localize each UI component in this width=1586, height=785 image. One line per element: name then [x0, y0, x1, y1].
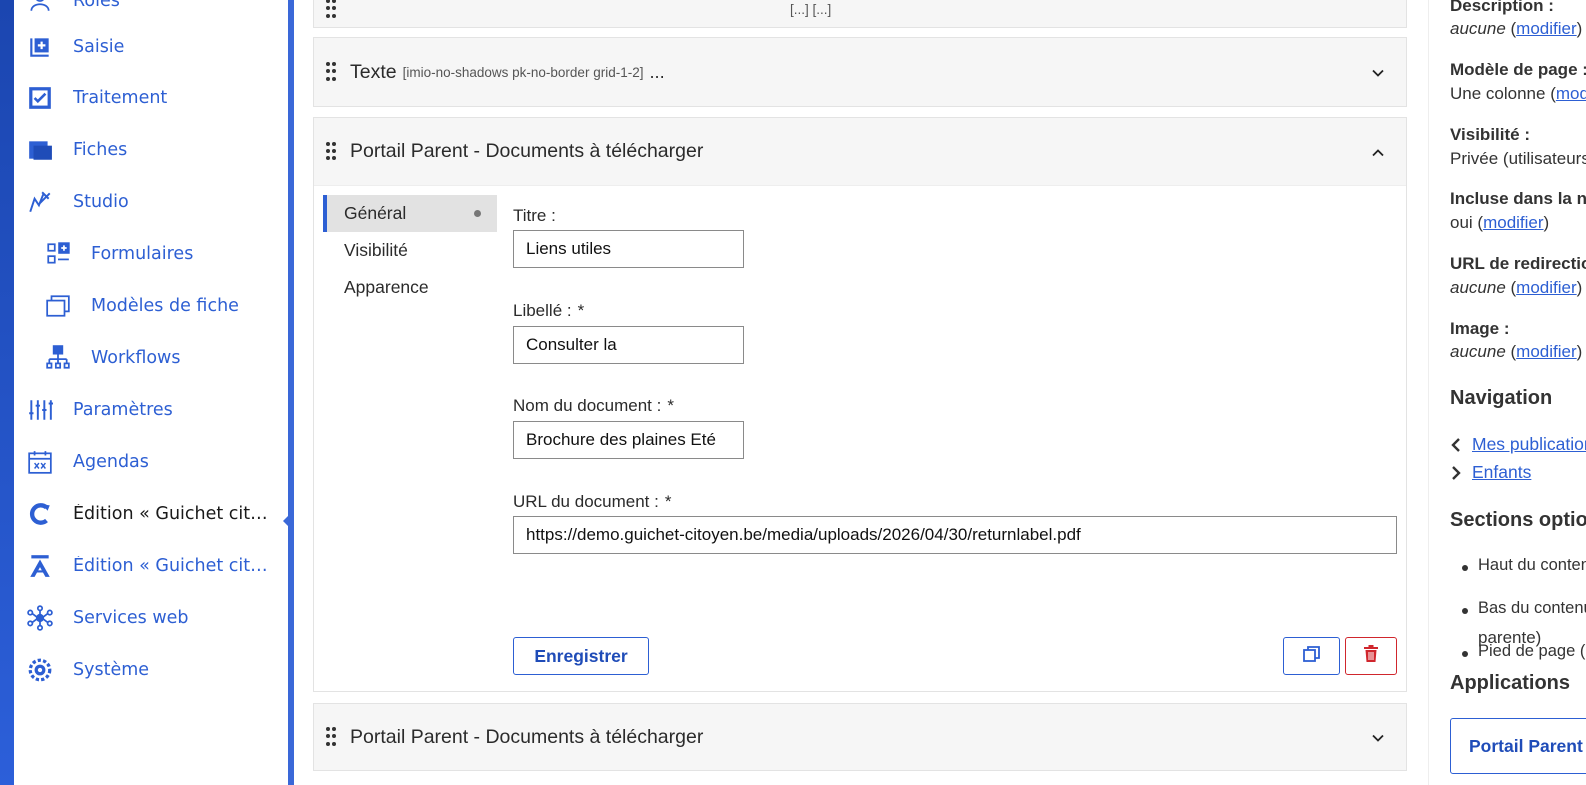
libelle-label: Libellé : *	[513, 301, 585, 320]
sidebar-item-edition-guichet-1[interactable]: Édition « Guichet citoye...	[14, 499, 278, 529]
incluse-modify-link[interactable]: modifier	[1483, 213, 1543, 232]
sidebar-item-formulaires[interactable]: Formulaires	[14, 239, 193, 269]
sidebar-item-systeme[interactable]: Système	[14, 655, 149, 685]
cell-tabs: Général Visibilité Apparence	[323, 195, 497, 306]
cell-title: Portail Parent - Documents à télécharger	[350, 140, 704, 162]
sidebar-item-modeles-de-fiche[interactable]: Modèles de fiche	[14, 291, 239, 321]
sidebar-item-fiches[interactable]: Fiches	[14, 135, 127, 165]
save-button[interactable]: Enregistrer	[513, 637, 649, 675]
applications-heading: Applications	[1450, 672, 1571, 694]
page-info-panel: Description : aucune (modifier) Modèle d…	[1428, 0, 1586, 785]
url-document-input[interactable]: https://demo.guichet-citoyen.be/media/up…	[513, 516, 1397, 554]
cell-texte[interactable]: Texte [imio-no-shadows pk-no-border grid…	[313, 37, 1407, 107]
url-redirection-modify-link[interactable]: modifier	[1516, 278, 1576, 297]
drag-handle-icon[interactable]	[326, 141, 336, 162]
duplicate-icon	[1302, 644, 1322, 668]
checkbox-icon	[26, 84, 54, 112]
card-template-icon	[44, 292, 72, 320]
users-icon	[26, 0, 54, 15]
incluse-value: oui (modifier)	[1450, 213, 1550, 232]
trash-icon	[1363, 645, 1379, 667]
cell-title: Texte	[350, 60, 397, 83]
section-item: Bas du contenu	[1450, 599, 1586, 618]
sidebar-item-roles[interactable]: Rôles	[14, 0, 120, 16]
drag-handle-icon[interactable]	[326, 62, 336, 82]
cell-top-partial[interactable]: [...] [...]	[313, 0, 1407, 28]
url-redirection-label: URL de redirection :	[1450, 254, 1586, 273]
application-button[interactable]: Portail Parent	[1450, 718, 1586, 774]
visibilite-value: Privée (utilisateurs	[1450, 149, 1586, 168]
chevron-down-icon[interactable]	[1370, 730, 1386, 746]
image-label: Image :	[1450, 319, 1510, 338]
modele-modify-link[interactable]: modifier	[1556, 84, 1586, 103]
url-document-label: URL du document : *	[513, 492, 672, 511]
titre-label: Titre :	[513, 206, 556, 225]
sidebar-item-agendas[interactable]: Agendas	[14, 447, 149, 477]
drag-handle-icon[interactable]	[326, 0, 336, 19]
combo-c-icon	[26, 500, 54, 528]
libelle-input[interactable]: Consulter la	[513, 326, 744, 364]
modified-dot-icon	[474, 210, 481, 217]
tab-apparence[interactable]: Apparence	[323, 269, 497, 306]
studio-icon	[26, 188, 54, 216]
cell-classes: [imio-no-shadows pk-no-border grid-1-2]	[402, 64, 644, 80]
description-label: Description :	[1450, 0, 1554, 15]
tab-general[interactable]: Général	[323, 195, 497, 232]
description-value: aucune (modifier)	[1450, 19, 1583, 38]
sidebar-item-studio[interactable]: Studio	[14, 187, 129, 217]
sidebar: Rôles Saisie Traitement Fiches Studio Fo…	[14, 0, 288, 785]
sidebar-item-parametres[interactable]: Paramètres	[14, 395, 173, 425]
section-item-continued: parente)	[1478, 628, 1542, 647]
nom-document-label: Nom du document : *	[513, 396, 674, 415]
sidebar-item-edition-guichet-2[interactable]: Édition « Guichet citoye...	[14, 551, 278, 581]
modele-value: Une colonne (modifier)	[1450, 84, 1586, 104]
cell-portail-parent-open: Portail Parent - Documents à télécharger…	[313, 117, 1407, 692]
image-modify-link[interactable]: modifier	[1516, 342, 1576, 361]
modele-label: Modèle de page :	[1450, 60, 1586, 79]
cell-title: Portail Parent - Documents à télécharger	[350, 725, 704, 748]
cell-header[interactable]: Portail Parent - Documents à télécharger	[314, 118, 1406, 186]
sidebar-item-services-web[interactable]: Services web	[14, 603, 189, 633]
folder-icon	[26, 136, 54, 164]
nav-link-enfants[interactable]: Enfants	[1450, 462, 1531, 483]
form-icon	[44, 240, 72, 268]
sidebar-item-traitement[interactable]: Traitement	[14, 83, 167, 113]
delete-button[interactable]	[1345, 637, 1397, 675]
chevron-up-icon[interactable]	[1370, 145, 1386, 161]
calendar-icon	[26, 448, 54, 476]
sidebar-item-saisie[interactable]: Saisie	[14, 32, 124, 62]
nav-link-mes-publications[interactable]: Mes publications	[1450, 434, 1586, 455]
main-content: [...] [...] Texte [imio-no-shadows pk-no…	[294, 0, 1428, 785]
combo-a-icon	[26, 552, 54, 580]
drag-handle-icon[interactable]	[326, 727, 336, 747]
navigation-heading: Navigation	[1450, 387, 1553, 409]
chevron-down-icon[interactable]	[1370, 65, 1386, 81]
image-value: aucune (modifier)	[1450, 342, 1583, 361]
cell-ellipsis: ...	[649, 62, 665, 82]
cell-portail-parent-collapsed[interactable]: Portail Parent - Documents à télécharger	[313, 703, 1407, 771]
cell-form: Titre : Liens utiles Libellé : * Consulte…	[503, 186, 1406, 691]
sliders-icon	[26, 396, 54, 424]
titre-input[interactable]: Liens utiles	[513, 230, 744, 268]
sidebar-item-workflows[interactable]: Workflows	[14, 343, 180, 373]
sections-heading: Sections optionnelles	[1450, 509, 1586, 531]
url-redirection-value: aucune (modifier)	[1450, 278, 1583, 297]
nom-document-input[interactable]: Brochure des plaines Eté	[513, 421, 744, 459]
sidebar-edge	[0, 0, 14, 785]
chevron-left-icon	[1450, 437, 1472, 452]
gear-icon	[26, 656, 54, 684]
network-icon	[26, 604, 54, 632]
incluse-label: Incluse dans la navigation :	[1450, 189, 1586, 208]
add-entry-icon	[26, 33, 54, 61]
tab-visibilite[interactable]: Visibilité	[323, 232, 497, 269]
section-item: Haut du contenu	[1450, 556, 1586, 575]
workflow-icon	[44, 344, 72, 372]
sidebar-active-indicator	[283, 515, 289, 527]
visibilite-label: Visibilité :	[1450, 125, 1530, 144]
chevron-right-icon	[1450, 465, 1472, 480]
description-modify-link[interactable]: modifier	[1516, 19, 1576, 38]
duplicate-button[interactable]	[1283, 637, 1340, 675]
